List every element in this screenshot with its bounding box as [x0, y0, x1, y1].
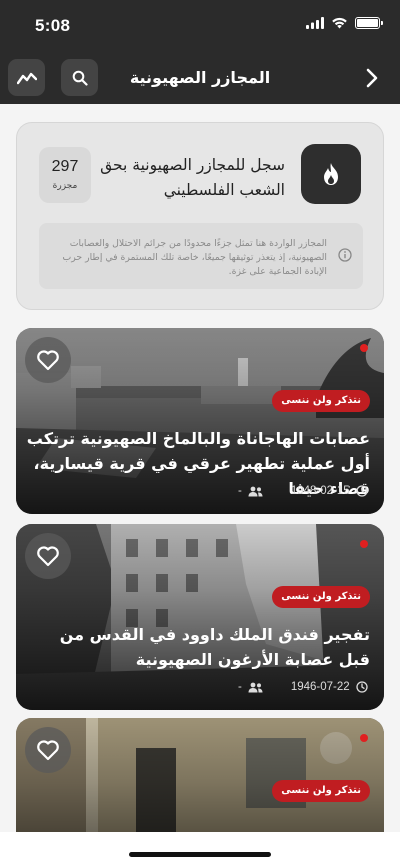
heart-outline-icon: [37, 740, 59, 761]
home-indicator[interactable]: [129, 852, 271, 857]
battery-icon: [355, 17, 383, 29]
search-button[interactable]: [61, 59, 98, 96]
post-date: 1948-02-15: [290, 485, 350, 497]
post-meta: - 1946-07-22: [238, 679, 368, 695]
chevron-right-icon: [366, 68, 378, 88]
chart-button[interactable]: [8, 59, 45, 96]
disclaimer-box: المجازر الواردة هنا تمثل جزءًا محدودًا م…: [39, 223, 363, 289]
massacre-card[interactable]: نتذكر ولن ننسى تفجير فندق الملك داوود في…: [16, 524, 384, 710]
post-title: تفجير فندق الملك داوود في القدس من قبل ع…: [59, 625, 370, 669]
new-indicator-dot: [360, 734, 368, 742]
info-title: سجل للمجازر الصهيونية بحق الشعب الفلسطين…: [100, 156, 285, 199]
category-tag: نتذكر ولن ننسى: [272, 780, 370, 802]
back-button[interactable]: [362, 65, 382, 91]
nav-bar: المجازر الصهيونية: [0, 56, 400, 100]
massacre-card[interactable]: نتذكر ولن ننسى عصابات الهاجاناة والبالما…: [16, 328, 384, 514]
status-bar: 5:08: [0, 0, 400, 50]
massacre-count-label: مجزرة: [52, 181, 78, 191]
new-indicator-dot: [360, 344, 368, 352]
people-icon: [248, 682, 263, 692]
disclaimer-text: المجازر الواردة هنا تمثل جزءًا محدودًا م…: [62, 238, 327, 277]
flame-icon: [324, 163, 338, 185]
massacre-count-badge: 297 مجزرة: [39, 147, 91, 203]
post-date: 1946-07-22: [290, 681, 350, 693]
info-icon: [338, 248, 352, 262]
signal-icon: [306, 17, 324, 29]
heart-outline-icon: [37, 546, 59, 567]
flame-badge: [301, 144, 361, 204]
category-tag: نتذكر ولن ننسى: [272, 586, 370, 608]
image-overlay: [16, 718, 384, 832]
trend-chart-icon: [16, 72, 37, 84]
new-indicator-dot: [360, 540, 368, 548]
status-icons: [306, 17, 383, 29]
content-scroll[interactable]: سجل للمجازر الصهيونية بحق الشعب الفلسطين…: [0, 104, 400, 832]
search-icon: [72, 70, 88, 86]
massacre-count: 297: [51, 158, 79, 175]
favorite-button[interactable]: [25, 727, 71, 773]
clock-icon: [356, 485, 368, 497]
casualties-value: -: [238, 681, 242, 693]
heart-outline-icon: [37, 350, 59, 371]
casualties-value: -: [238, 485, 242, 497]
massacre-card[interactable]: نتذكر ولن ننسى: [16, 718, 384, 832]
page-title: المجازر الصهيونية: [129, 68, 271, 87]
top-bar: 5:08 المجازر الصهيونية: [0, 0, 400, 104]
favorite-button[interactable]: [25, 533, 71, 579]
wifi-icon: [332, 17, 347, 29]
favorite-button[interactable]: [25, 337, 71, 383]
info-card: سجل للمجازر الصهيونية بحق الشعب الفلسطين…: [16, 122, 384, 310]
clock-icon: [356, 681, 368, 693]
post-meta: - 1948-02-15: [238, 483, 368, 499]
home-bar: [0, 832, 400, 866]
category-tag: نتذكر ولن ننسى: [272, 390, 370, 412]
status-time: 5:08: [35, 16, 71, 35]
people-icon: [248, 486, 263, 496]
